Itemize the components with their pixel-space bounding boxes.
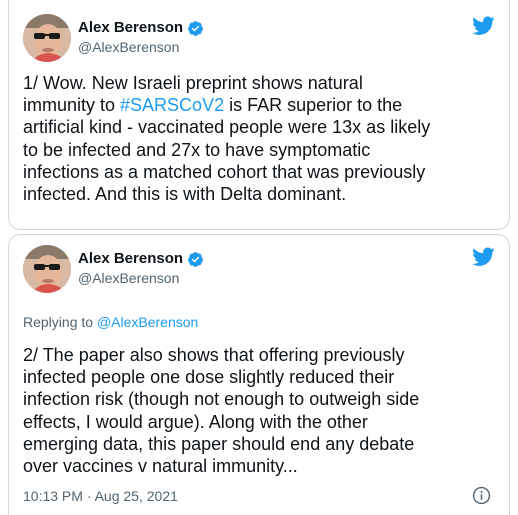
author-handle[interactable]: @AlexBerenson xyxy=(78,269,204,288)
tweet-card-1[interactable]: Alex Berenson @AlexBerenson 1/ Wow. New … xyxy=(8,0,510,230)
author-display-name[interactable]: Alex Berenson xyxy=(78,249,183,269)
avatar[interactable] xyxy=(23,14,71,62)
author-handle[interactable]: @AlexBerenson xyxy=(78,38,204,57)
info-icon[interactable] xyxy=(472,486,491,505)
tweet-header: Alex Berenson @AlexBerenson xyxy=(23,14,495,64)
author-names: Alex Berenson @AlexBerenson xyxy=(78,18,204,57)
author-display-name[interactable]: Alex Berenson xyxy=(78,18,183,38)
tweet-header: Alex Berenson @AlexBerenson xyxy=(23,245,495,295)
replying-to: Replying to @AlexBerenson xyxy=(23,313,198,332)
author-names: Alex Berenson @AlexBerenson xyxy=(78,249,204,288)
tweet-text: 1/ Wow. New Israeli preprint shows natur… xyxy=(23,72,491,205)
verified-badge-icon xyxy=(187,251,204,268)
replying-to-link[interactable]: @AlexBerenson xyxy=(97,314,198,330)
display-row: Alex Berenson xyxy=(78,249,204,269)
verified-badge-icon xyxy=(187,20,204,37)
hashtag-link[interactable]: #SARSCoV2 xyxy=(120,95,224,115)
tweet-text: 2/ The paper also shows that offering pr… xyxy=(23,345,420,477)
avatar[interactable] xyxy=(23,245,71,293)
replying-to-label: Replying to xyxy=(23,314,97,330)
tweet-timestamp[interactable]: 10:13 PM · Aug 25, 2021 xyxy=(23,487,178,506)
twitter-bird-icon[interactable] xyxy=(472,247,495,267)
twitter-bird-icon[interactable] xyxy=(472,16,495,36)
tweet-card-2[interactable]: Alex Berenson @AlexBerenson Replying to … xyxy=(8,234,510,515)
display-row: Alex Berenson xyxy=(78,18,204,38)
